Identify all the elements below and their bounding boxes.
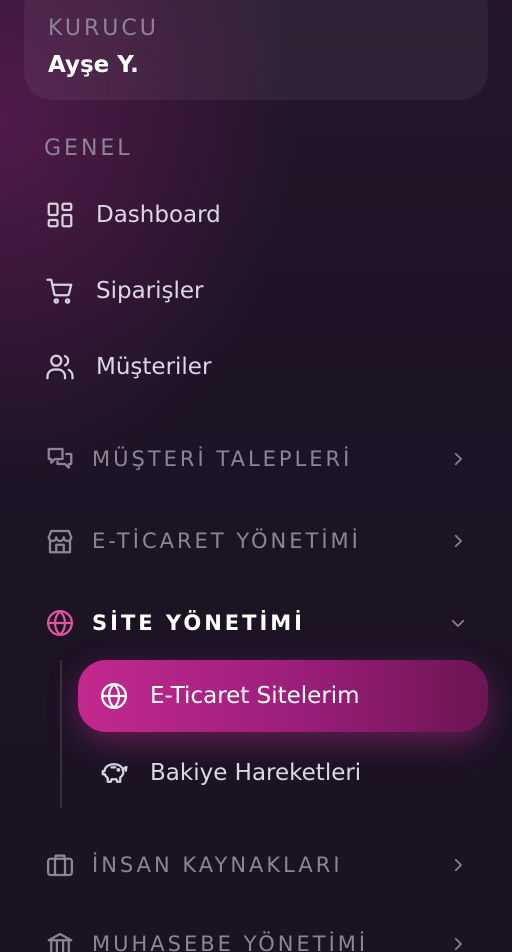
group-label: E-TİCARET YÖNETİMİ — [92, 529, 361, 553]
group-site-management[interactable]: SİTE YÖNETİMİ — [44, 601, 468, 645]
nav-item-dashboard[interactable]: Dashboard — [44, 193, 221, 237]
nav-item-orders[interactable]: Siparişler — [44, 269, 204, 313]
grid-icon — [44, 199, 76, 231]
group-accounting-management[interactable]: MUHASEBE YÖNETİMİ — [44, 922, 468, 952]
user-card[interactable] — [24, 0, 488, 100]
group-ecommerce-management[interactable]: E-TİCARET YÖNETİMİ — [44, 519, 468, 563]
subnav-item-balance-movements[interactable]: Bakiye Hareketleri — [78, 737, 488, 809]
users-icon — [44, 351, 76, 383]
nav-item-label: Dashboard — [96, 202, 221, 228]
chat-icon — [44, 443, 76, 475]
nav-item-customers[interactable]: Müşteriler — [44, 345, 211, 389]
bank-icon — [44, 928, 76, 952]
section-label-general: GENEL — [44, 136, 133, 161]
nav-item-label: Müşteriler — [96, 354, 212, 380]
group-human-resources[interactable]: İNSAN KAYNAKLARI — [44, 843, 468, 887]
user-role: KURUCU — [48, 16, 159, 41]
submenu-tree-line — [60, 660, 62, 808]
subnav-item-label: Bakiye Hareketleri — [150, 760, 362, 786]
piggy-bank-icon — [98, 757, 130, 789]
briefcase-icon — [44, 849, 76, 881]
chevron-down-icon — [448, 613, 468, 633]
cart-icon — [44, 275, 76, 307]
chevron-right-icon — [448, 531, 468, 551]
store-icon — [44, 525, 76, 557]
subnav-item-ecommerce-sites[interactable]: E-Ticaret Sitelerim — [78, 660, 488, 732]
chevron-right-icon — [448, 449, 468, 469]
chevron-right-icon — [448, 855, 468, 875]
chevron-right-icon — [448, 934, 468, 952]
subnav-item-label: E-Ticaret Sitelerim — [150, 683, 360, 709]
group-label: İNSAN KAYNAKLARI — [92, 853, 343, 877]
user-name: Ayşe Y. — [48, 52, 139, 78]
globe-icon — [98, 680, 130, 712]
group-label: MÜŞTERİ TALEPLERİ — [92, 447, 353, 471]
group-label: SİTE YÖNETİMİ — [92, 611, 305, 635]
group-label: MUHASEBE YÖNETİMİ — [92, 932, 369, 952]
globe-icon — [44, 607, 76, 639]
nav-item-label: Siparişler — [96, 278, 204, 304]
group-customer-requests[interactable]: MÜŞTERİ TALEPLERİ — [44, 437, 468, 481]
